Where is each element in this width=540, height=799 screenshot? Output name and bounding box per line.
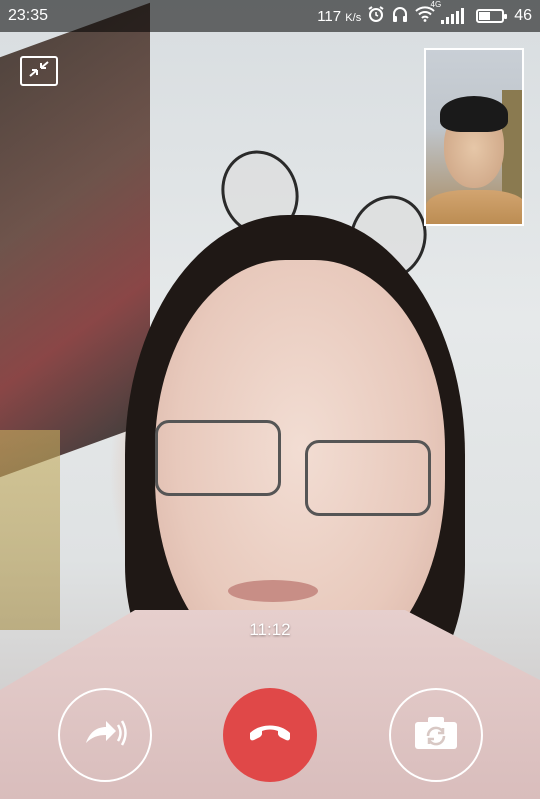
remote-person-mouth — [228, 580, 318, 602]
camera-switch-icon — [413, 715, 459, 756]
phone-hangup-icon — [248, 721, 292, 750]
switch-camera-button[interactable] — [389, 688, 483, 782]
wifi-icon: 4G — [415, 0, 441, 27]
hangup-button[interactable] — [223, 688, 317, 782]
network-speed-value: 117 — [317, 7, 342, 25]
speaker-button[interactable] — [58, 688, 152, 782]
minimize-button[interactable] — [20, 56, 58, 86]
self-video-preview[interactable] — [424, 48, 524, 226]
status-indicators: 117 K/s 4G 46 — [317, 0, 532, 28]
local-person-body — [426, 190, 522, 224]
network-speed: 117 K/s — [317, 8, 361, 25]
network-type-label: 4G — [430, 0, 442, 9]
remote-person-glasses — [145, 420, 445, 516]
headphones-icon — [391, 5, 409, 28]
network-speed-unit: K/s — [345, 11, 362, 24]
minimize-arrows-icon — [26, 59, 52, 84]
background-shelf-lower — [0, 430, 60, 630]
local-person-hair — [440, 96, 508, 132]
status-bar: 23:35 117 K/s 4G 46 — [0, 0, 540, 32]
battery-icon — [476, 9, 508, 23]
battery-level: 46 — [514, 7, 532, 24]
cell-signal-icon — [441, 8, 465, 24]
call-duration: 11:12 — [249, 620, 291, 639]
alarm-clock-icon — [367, 5, 385, 28]
speaker-icon — [80, 713, 130, 758]
status-time: 23:35 — [8, 7, 49, 24]
